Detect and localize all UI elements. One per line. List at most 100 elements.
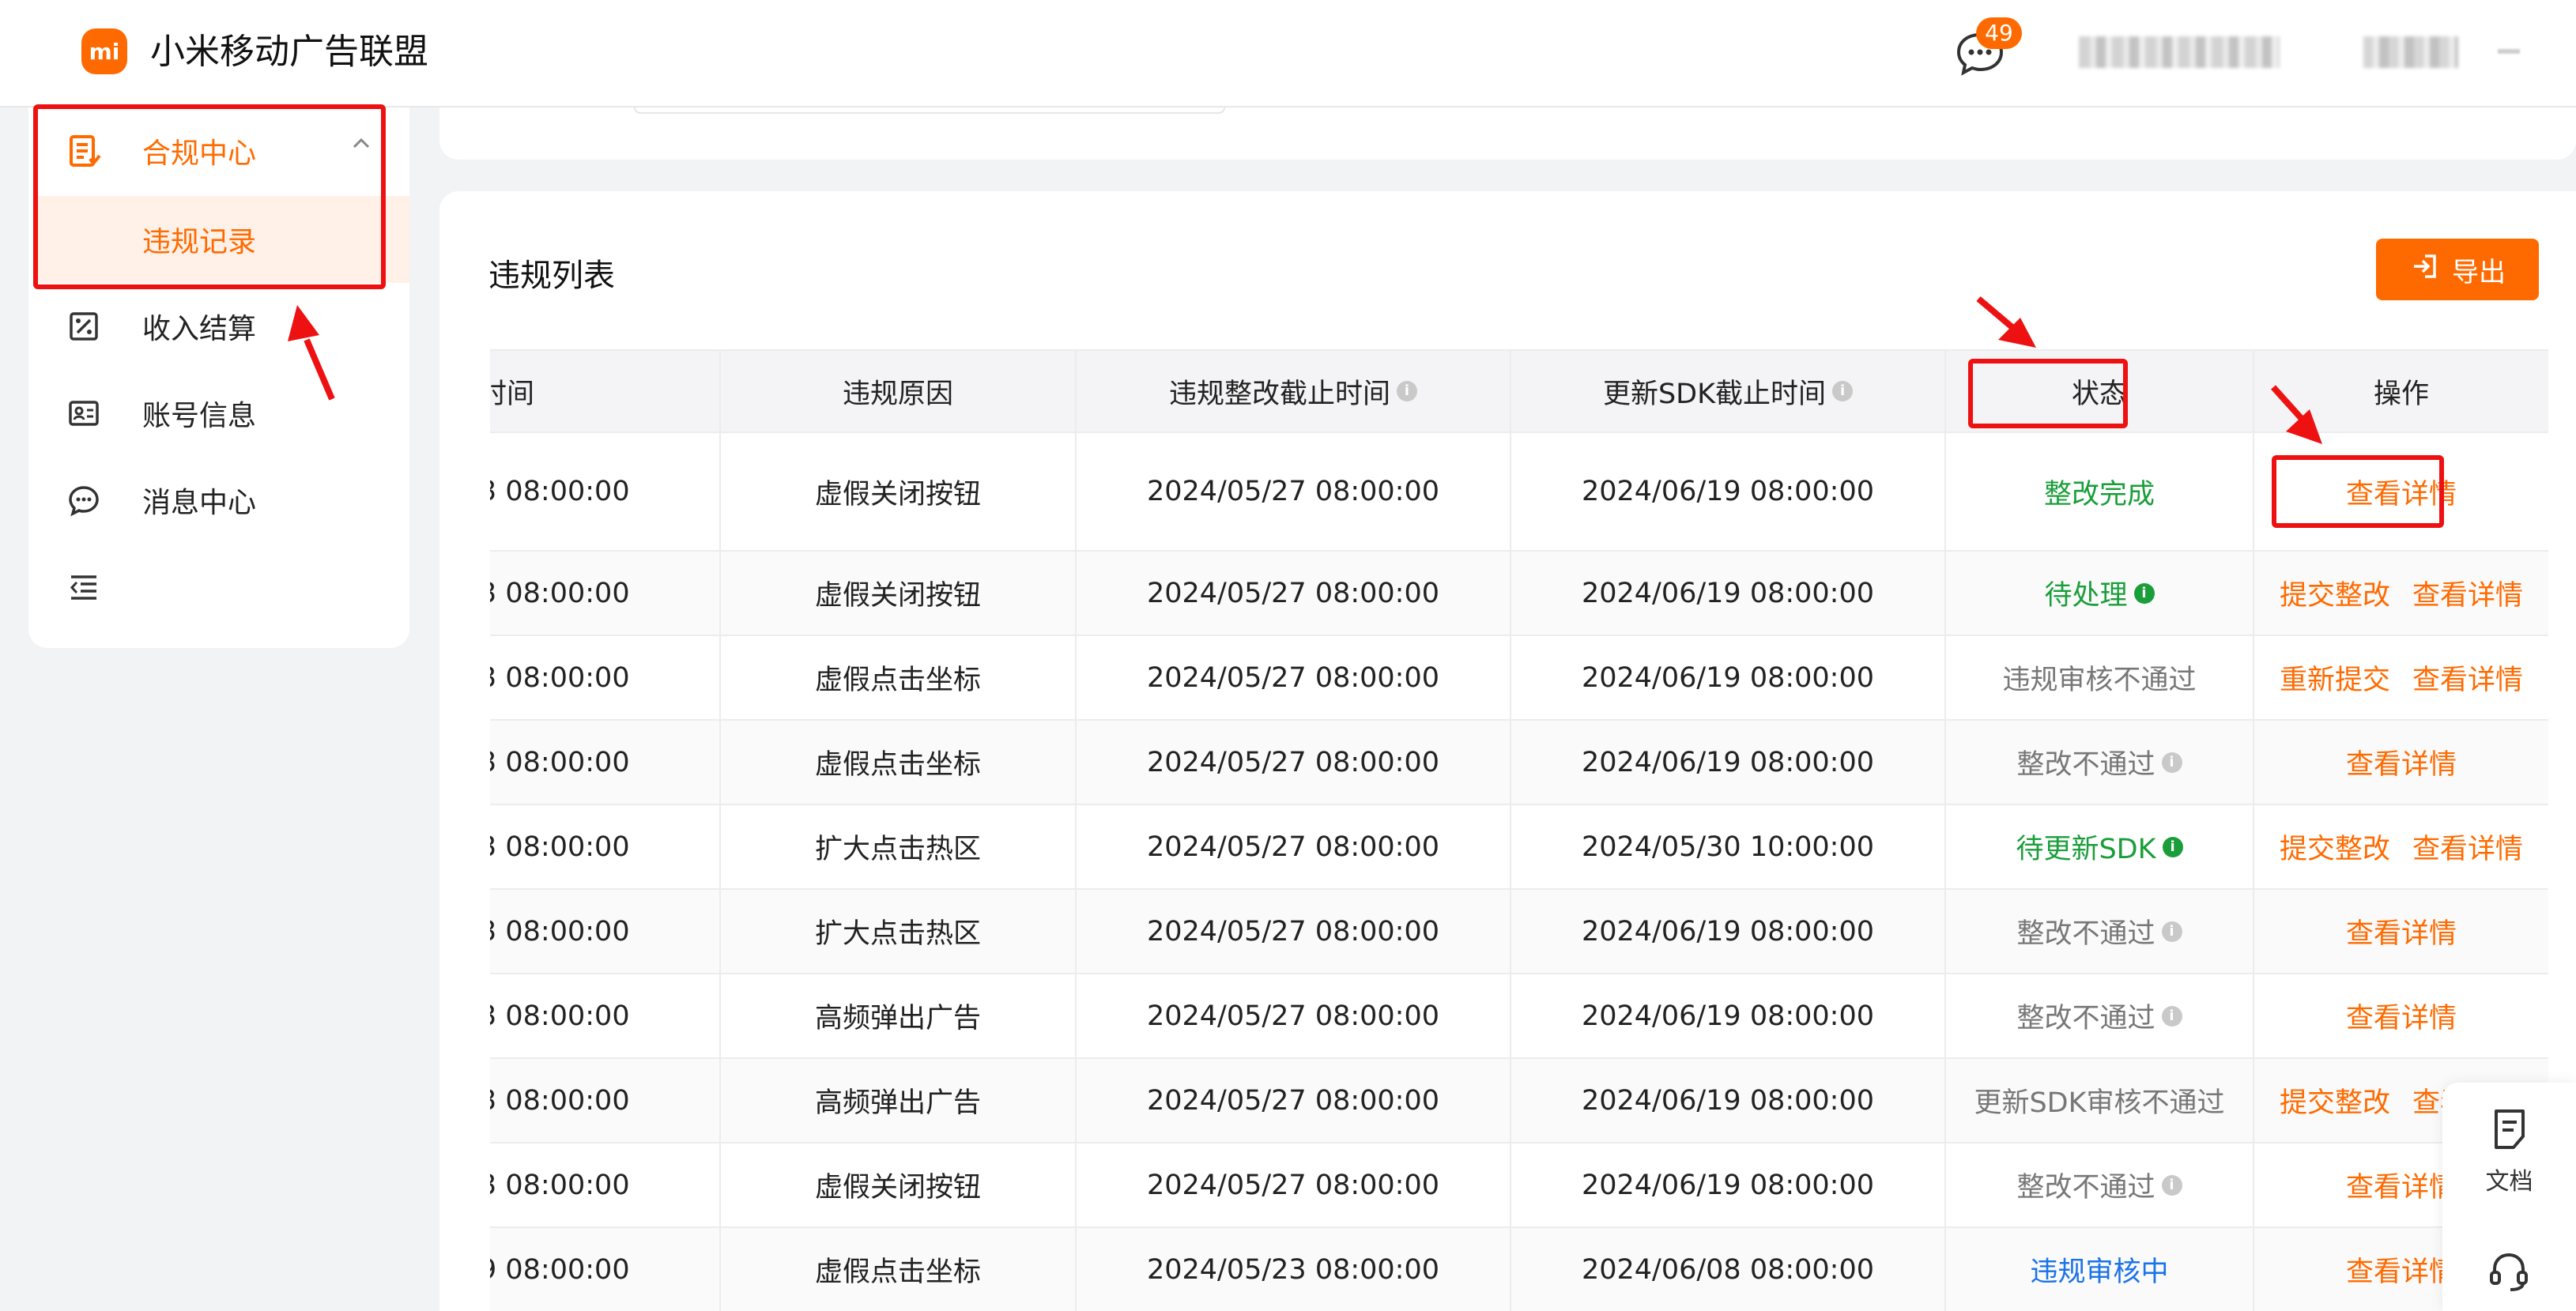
info-icon[interactable]: i: [2161, 1174, 2182, 1196]
document-icon: [2490, 1108, 2529, 1154]
sidebar-item-account-info[interactable]: 账号信息: [28, 370, 409, 457]
export-button[interactable]: 导出: [2376, 239, 2539, 300]
view-details-link[interactable]: 查看详情: [2346, 472, 2457, 512]
resubmit-link[interactable]: 重新提交: [2280, 657, 2390, 698]
view-details-link[interactable]: 查看详情: [2346, 1249, 2457, 1290]
mi-logo[interactable]: mi: [81, 28, 127, 74]
column-header-time: 时间: [490, 351, 721, 431]
column-header-actions: 操作: [2373, 378, 2429, 410]
cell-actions: 重新提交 查看详情: [2254, 636, 2548, 719]
submit-fix-link[interactable]: 提交整改: [2280, 573, 2390, 613]
info-icon[interactable]: i: [2133, 582, 2155, 604]
sidebar-item-label: 违规记录: [142, 226, 257, 258]
cell-time: 3 08:00:00: [490, 974, 721, 1057]
cell-fix-deadline: 2024/05/27 08:00:00: [1077, 1143, 1511, 1226]
cell-sdk-deadline: 2024/05/30 10:00:00: [1511, 805, 1946, 888]
column-header-sdk-deadline: 更新SDK截止时间 i: [1511, 351, 1946, 431]
user-menu-caret[interactable]: [2498, 49, 2520, 54]
cell-time: 3 08:00:00: [490, 552, 721, 635]
brand-title: 小米移动广告联盟: [150, 32, 428, 72]
sidebar-item-compliance-center[interactable]: 合规中心: [28, 107, 409, 194]
cell-time: 3 08:00:00: [490, 433, 721, 550]
view-details-link[interactable]: 查看详情: [2346, 996, 2457, 1036]
view-details-link[interactable]: 查看详情: [2346, 1165, 2457, 1205]
sidebar-item-income-settlement[interactable]: 收入结算: [28, 283, 409, 370]
filter-input-edge[interactable]: [634, 107, 1225, 114]
cell-time: 3 08:00:00: [490, 890, 721, 973]
cell-status: 整改不通过 i: [1946, 974, 2254, 1057]
table-row: 3 08:00:00 扩大点击热区 2024/05/27 08:00:00 20…: [490, 805, 2548, 890]
cell-sdk-deadline: 2024/06/19 08:00:00: [1511, 890, 1946, 973]
view-details-link[interactable]: 查看详情: [2412, 573, 2523, 613]
cell-status: 整改不通过 i: [1946, 1143, 2254, 1226]
list-title: 违规列表: [488, 258, 615, 294]
sidebar-item-label: 收入结算: [142, 313, 257, 345]
user-name-blurred[interactable]: [2363, 36, 2458, 68]
column-header-status: 状态: [1946, 351, 2254, 431]
cell-reason: 虚假点击坐标: [721, 1228, 1077, 1311]
floating-help-panel: 文档: [2442, 1083, 2576, 1311]
collapse-menu-button[interactable]: [28, 544, 409, 631]
message-count-badge: 49: [1976, 17, 2022, 49]
cell-fix-deadline: 2024/05/27 08:00:00: [1077, 974, 1511, 1057]
table-row: 3 08:00:00 虚假点击坐标 2024/05/27 08:00:00 20…: [490, 636, 2548, 721]
info-icon[interactable]: i: [2161, 752, 2182, 773]
cell-sdk-deadline: 2024/06/19 08:00:00: [1511, 1143, 1946, 1226]
docs-label: 文档: [2485, 1168, 2533, 1196]
table-row: 3 08:00:00 高频弹出广告 2024/05/27 08:00:00 20…: [490, 1059, 2548, 1143]
cell-time: 3 08:00:00: [490, 1143, 721, 1226]
chat-bubble-icon: [66, 483, 101, 518]
sidebar-item-label: 账号信息: [142, 400, 257, 432]
info-icon[interactable]: i: [2161, 921, 2182, 942]
percent-icon: [66, 309, 101, 344]
sidebar-item-label: 消息中心: [142, 487, 257, 519]
cell-status: 整改完成: [1946, 433, 2254, 550]
cell-sdk-deadline: 2024/06/19 08:00:00: [1511, 636, 1946, 719]
sidebar-item-violation-records[interactable]: 违规记录: [35, 196, 409, 283]
info-icon[interactable]: i: [2161, 1005, 2182, 1027]
column-header-reason: 违规原因: [721, 351, 1077, 431]
table-row: 3 08:00:00 虚假关闭按钮 2024/05/27 08:00:00 20…: [490, 433, 2548, 552]
cell-actions: 查看详情: [2254, 974, 2548, 1057]
cell-sdk-deadline: 2024/06/19 08:00:00: [1511, 721, 1946, 804]
docs-button[interactable]: 文档: [2442, 1108, 2576, 1211]
table-row: 3 08:00:00 虚假关闭按钮 2024/05/27 08:00:00 20…: [490, 552, 2548, 636]
cell-fix-deadline: 2024/05/27 08:00:00: [1077, 433, 1511, 550]
sidebar-item-label: 合规中心: [142, 138, 257, 170]
view-details-link[interactable]: 查看详情: [2346, 911, 2457, 951]
cell-actions: 查看详情: [2254, 721, 2548, 804]
view-details-link[interactable]: 查看详情: [2412, 657, 2523, 698]
violation-list-card: 违规列表 导出 时间 违规原因 违规整改截止时间i 更新SDK截止时间i 状态 …: [439, 191, 2576, 1311]
cell-fix-deadline: 2024/05/27 08:00:00: [1077, 552, 1511, 635]
cell-reason: 虚假关闭按钮: [721, 1143, 1077, 1226]
cell-sdk-deadline: 2024/06/08 08:00:00: [1511, 1228, 1946, 1311]
export-icon: [2409, 251, 2439, 288]
table-row: 3 08:00:00 高频弹出广告 2024/05/27 08:00:00 20…: [490, 974, 2548, 1059]
cell-fix-deadline: 2024/05/27 08:00:00: [1077, 636, 1511, 719]
submit-fix-link[interactable]: 提交整改: [2280, 827, 2390, 867]
cell-reason: 高频弹出广告: [721, 974, 1077, 1057]
cell-fix-deadline: 2024/05/27 08:00:00: [1077, 721, 1511, 804]
cell-reason: 扩大点击热区: [721, 805, 1077, 888]
cell-time: 3 08:00:00: [490, 805, 721, 888]
view-details-link[interactable]: 查看详情: [2412, 827, 2523, 867]
cell-reason: 虚假关闭按钮: [721, 433, 1077, 550]
cell-actions: 提交整改 查看详情: [2254, 805, 2548, 888]
table-row: 3 08:00:00 扩大点击热区 2024/05/27 08:00:00 20…: [490, 890, 2548, 974]
customer-support-icon[interactable]: [2487, 1249, 2531, 1293]
export-label: 导出: [2452, 256, 2506, 288]
sidebar: 合规中心 违规记录 收入结算 账号信息 消息中心: [28, 107, 409, 648]
cell-fix-deadline: 2024/05/23 08:00:00: [1077, 1228, 1511, 1311]
chevron-up-icon[interactable]: [349, 131, 373, 155]
cell-fix-deadline: 2024/05/27 08:00:00: [1077, 1059, 1511, 1142]
cell-sdk-deadline: 2024/06/19 08:00:00: [1511, 552, 1946, 635]
cell-sdk-deadline: 2024/06/19 08:00:00: [1511, 974, 1946, 1057]
filter-card: [439, 107, 2576, 160]
violation-table: 时间 违规原因 违规整改截止时间i 更新SDK截止时间i 状态 操作 3 08:…: [490, 349, 2548, 1311]
submit-fix-link[interactable]: 提交整改: [2280, 1080, 2390, 1121]
info-icon[interactable]: i: [1397, 381, 1417, 401]
info-icon[interactable]: i: [1832, 381, 1854, 401]
sidebar-item-message-center[interactable]: 消息中心: [28, 457, 409, 544]
info-icon[interactable]: i: [2162, 836, 2183, 857]
view-details-link[interactable]: 查看详情: [2346, 742, 2457, 782]
